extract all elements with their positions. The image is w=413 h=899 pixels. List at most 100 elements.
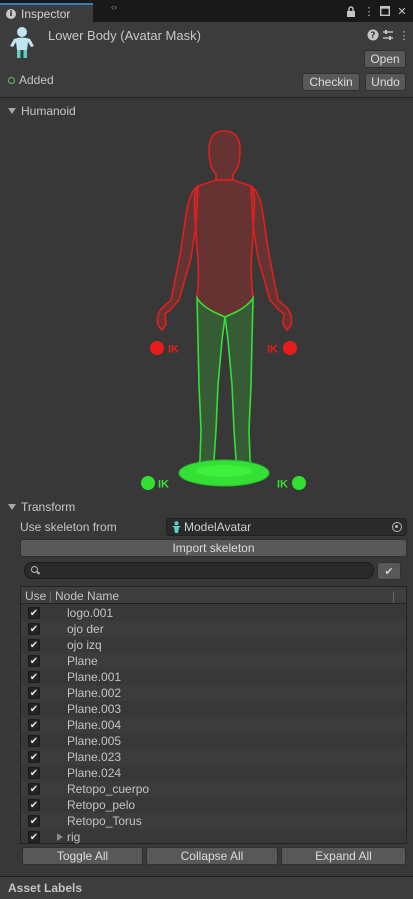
foldout-arrow-icon <box>8 504 16 510</box>
tree-row[interactable]: ✔ Retopo_pelo <box>21 797 406 813</box>
search-box <box>24 562 374 579</box>
tab-inspector[interactable]: i Inspector <box>0 3 93 22</box>
node-name: Retopo_Torus <box>67 814 142 828</box>
use-checkbox[interactable]: ✔ <box>28 751 40 763</box>
transform-tree: Use | Node Name | ✔ logo.001 ✔ ojo der ✔ ojo … <box>20 586 407 844</box>
use-checkbox[interactable]: ✔ <box>28 831 40 843</box>
left-foot-ik-label: IK <box>158 479 169 491</box>
transform-label: Transform <box>21 500 76 514</box>
torso-part <box>193 179 256 318</box>
right-foot-ik-label: IK <box>277 479 288 491</box>
tree-row[interactable]: ✔ Plane.023 <box>21 749 406 765</box>
node-name: Plane.002 <box>67 686 122 700</box>
search-apply-button[interactable]: ✔ <box>377 562 401 580</box>
tree-row[interactable]: ✔ Plane.003 <box>21 701 406 717</box>
column-divider: | <box>49 589 53 603</box>
right-arm-part <box>250 184 293 332</box>
open-button[interactable]: Open <box>364 50 406 68</box>
right-foot-ik-dot <box>292 476 306 490</box>
left-hand-ik-dot <box>150 341 164 355</box>
use-checkbox[interactable]: ✔ <box>28 671 40 683</box>
use-checkbox[interactable]: ✔ <box>28 799 40 811</box>
use-column-header[interactable]: Use <box>25 589 46 603</box>
import-skeleton-button[interactable]: Import skeleton <box>20 539 407 557</box>
search-input[interactable] <box>43 563 368 578</box>
transform-foldout[interactable]: Transform <box>8 500 75 514</box>
avatar-icon <box>171 521 182 533</box>
tree-row[interactable]: ✔ Plane.005 <box>21 733 406 749</box>
node-name: Plane <box>67 654 98 668</box>
use-checkbox[interactable]: ✔ <box>28 607 40 619</box>
skeleton-source-value: ModelAvatar <box>184 520 252 534</box>
tree-row[interactable]: ✔ rig <box>21 829 406 845</box>
node-name: logo.001 <box>67 606 114 620</box>
tab-overflow-icon[interactable]: ‹› <box>107 0 121 14</box>
node-name: Plane.023 <box>67 750 122 764</box>
more-options-icon[interactable]: ⋮ <box>362 4 376 18</box>
head-part <box>208 130 241 181</box>
node-name: ojo izq <box>67 638 102 652</box>
skeleton-source-label: Use skeleton from <box>20 520 117 534</box>
node-name: Plane.024 <box>67 766 122 780</box>
use-checkbox[interactable]: ✔ <box>28 783 40 795</box>
object-picker-icon[interactable] <box>392 522 402 532</box>
tree-row[interactable]: ✔ Plane.004 <box>21 717 406 733</box>
asset-header: Lower Body (Avatar Mask) ? ⋮ Open Added … <box>0 22 413 98</box>
left-leg-part <box>196 295 226 481</box>
use-checkbox[interactable]: ✔ <box>28 639 40 651</box>
use-checkbox[interactable]: ✔ <box>28 687 40 699</box>
tree-row[interactable]: ✔ logo.001 <box>21 605 406 621</box>
undo-button[interactable]: Undo <box>365 73 406 91</box>
node-name: Retopo_cuerpo <box>67 782 150 796</box>
use-checkbox[interactable]: ✔ <box>28 735 40 747</box>
tree-row[interactable]: ✔ ojo der <box>21 621 406 637</box>
tree-row[interactable]: ✔ Retopo_Torus <box>21 813 406 829</box>
skeleton-source-field[interactable]: ModelAvatar <box>166 518 407 536</box>
right-hand-ik-label: IK <box>267 344 278 356</box>
humanoid-foldout[interactable]: Humanoid <box>8 104 76 118</box>
presets-icon[interactable] <box>381 28 395 42</box>
humanoid-label: Humanoid <box>21 104 76 118</box>
tab-title: Inspector <box>21 6 71 21</box>
info-icon: i <box>6 8 16 19</box>
use-checkbox[interactable]: ✔ <box>28 703 40 715</box>
left-hand-ik-label: IK <box>168 344 179 356</box>
close-icon[interactable]: ✕ <box>395 4 409 18</box>
expand-arrow-icon[interactable] <box>57 833 63 841</box>
node-name: Plane.003 <box>67 702 122 716</box>
use-checkbox[interactable]: ✔ <box>28 623 40 635</box>
search-icon <box>31 566 38 573</box>
use-checkbox[interactable]: ✔ <box>28 655 40 667</box>
tree-row[interactable]: ✔ Plane.024 <box>21 765 406 781</box>
checkin-button[interactable]: Checkin <box>302 73 360 91</box>
use-checkbox[interactable]: ✔ <box>28 815 40 827</box>
asset-labels-title: Asset Labels <box>8 881 83 895</box>
svg-text:?: ? <box>370 31 375 41</box>
added-status-icon <box>8 77 15 84</box>
tree-row[interactable]: ✔ ojo izq <box>21 637 406 653</box>
column-divider: | <box>392 589 396 603</box>
toggle-all-button[interactable]: Toggle All <box>22 847 143 865</box>
left-foot-ik-dot <box>141 476 155 490</box>
node-name: Retopo_pelo <box>67 798 136 812</box>
maximize-icon[interactable] <box>378 4 392 18</box>
tree-row[interactable]: ✔ Retopo_cuerpo <box>21 781 406 797</box>
humanoid-body-diagram: IK IK IK IK <box>141 130 306 491</box>
use-checkbox[interactable]: ✔ <box>28 719 40 731</box>
use-checkbox[interactable]: ✔ <box>28 767 40 779</box>
node-name: Plane.001 <box>67 670 122 684</box>
more-options-icon[interactable]: ⋮ <box>397 28 411 42</box>
tree-row[interactable]: ✔ Plane.001 <box>21 669 406 685</box>
foldout-arrow-icon <box>8 108 16 114</box>
tree-row[interactable]: ✔ Plane.002 <box>21 685 406 701</box>
node-name: ojo der <box>67 622 104 636</box>
lock-icon[interactable] <box>344 4 358 18</box>
help-icon[interactable]: ? <box>366 28 380 42</box>
tree-header: Use | Node Name | <box>21 587 406 604</box>
asset-labels-bar[interactable]: Asset Labels <box>0 876 413 899</box>
node-name-column-header[interactable]: Node Name <box>55 589 119 603</box>
expand-all-button[interactable]: Expand All <box>281 847 406 865</box>
tab-bar: i Inspector ‹› ⋮ ✕ <box>0 0 413 22</box>
tree-row[interactable]: ✔ Plane <box>21 653 406 669</box>
collapse-all-button[interactable]: Collapse All <box>146 847 278 865</box>
